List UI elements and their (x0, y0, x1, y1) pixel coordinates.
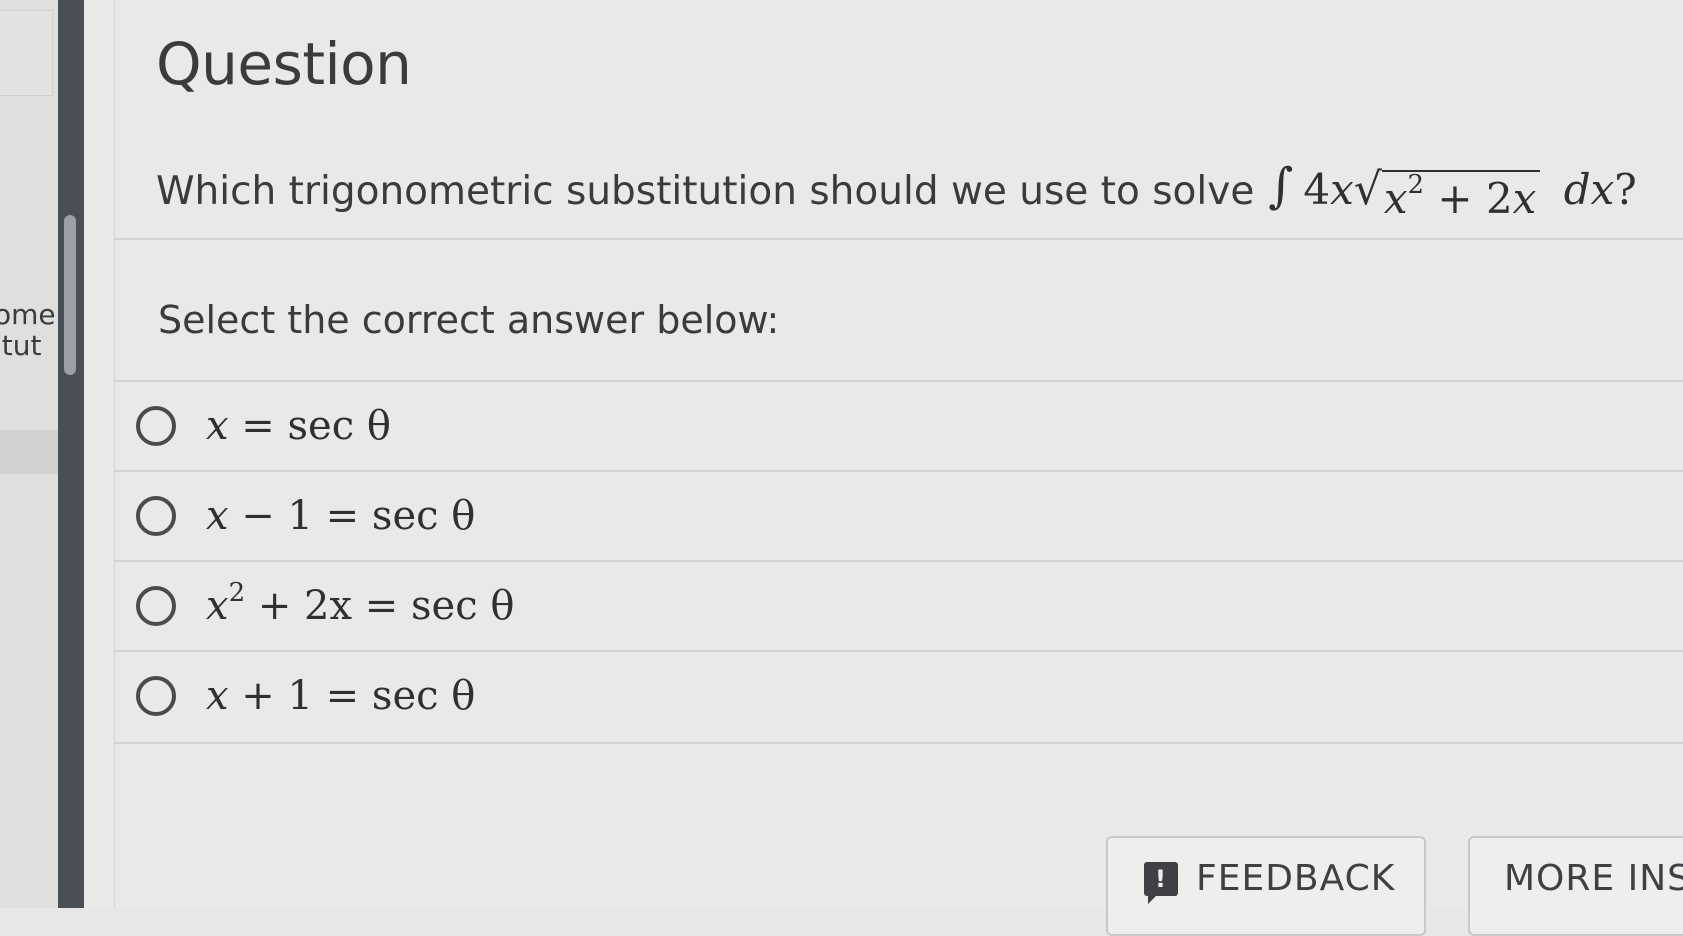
question-panel: Question Which trigonometric substitutio… (84, 0, 1683, 908)
feedback-label: FEEDBACK (1196, 858, 1396, 899)
integrand-coefficient: 4 (1303, 165, 1331, 214)
radio-button[interactable] (136, 496, 176, 536)
left-panel-text-line1: ome (0, 298, 56, 331)
answer-option-1[interactable]: x = sec θ (114, 382, 1683, 470)
radicand-base: x (1383, 174, 1408, 223)
divider (114, 238, 1683, 240)
integral-sign: ∫ (1268, 158, 1294, 214)
option-label: x2 + 2x = sec θ (206, 578, 515, 629)
answer-option-4[interactable]: x + 1 = sec θ (114, 652, 1683, 740)
radicand-rest: + 2 (1424, 174, 1513, 223)
radicand-variable: x (1512, 174, 1537, 223)
answer-instructions: Select the correct answer below: (158, 298, 780, 342)
option-label: x − 1 = sec θ (206, 493, 476, 539)
differential: dx (1563, 165, 1615, 214)
left-panel-text-line2: itut (0, 329, 42, 362)
radicand-exponent: 2 (1407, 170, 1425, 200)
question-text: Which trigonometric substitution should … (156, 169, 1255, 214)
option-label: x + 1 = sec θ (206, 673, 476, 719)
left-panel-tab[interactable] (0, 10, 53, 96)
question-integral: ∫ 4x √ x2 + 2x dx? (1254, 158, 1637, 223)
feedback-icon: ! (1144, 862, 1178, 904)
question-prompt: Which trigonometric substitution should … (156, 158, 1637, 223)
square-root: √ x2 + 2x (1354, 164, 1541, 223)
answer-option-3[interactable]: x2 + 2x = sec θ (114, 562, 1683, 650)
divider (114, 742, 1683, 744)
left-panel: ome itut (0, 0, 59, 908)
radio-button[interactable] (136, 406, 176, 446)
feedback-button[interactable]: ! FEEDBACK (1106, 836, 1426, 936)
option-label: x = sec θ (206, 403, 391, 449)
answer-option-2[interactable]: x − 1 = sec θ (114, 472, 1683, 560)
left-scrollbar-thumb[interactable] (64, 215, 76, 375)
more-instructions-button[interactable]: MORE INS (1468, 836, 1683, 936)
left-panel-highlight (0, 430, 58, 474)
more-instructions-label: MORE INS (1504, 858, 1683, 899)
left-scrollbar-track[interactable] (58, 0, 84, 908)
radio-button[interactable] (136, 676, 176, 716)
page-title: Question (156, 30, 412, 98)
radical-sign: √ (1353, 164, 1382, 215)
question-mark: ? (1614, 165, 1637, 214)
radio-button[interactable] (136, 586, 176, 626)
radicand: x2 + 2x (1381, 170, 1541, 223)
integrand-variable: x (1330, 165, 1354, 214)
